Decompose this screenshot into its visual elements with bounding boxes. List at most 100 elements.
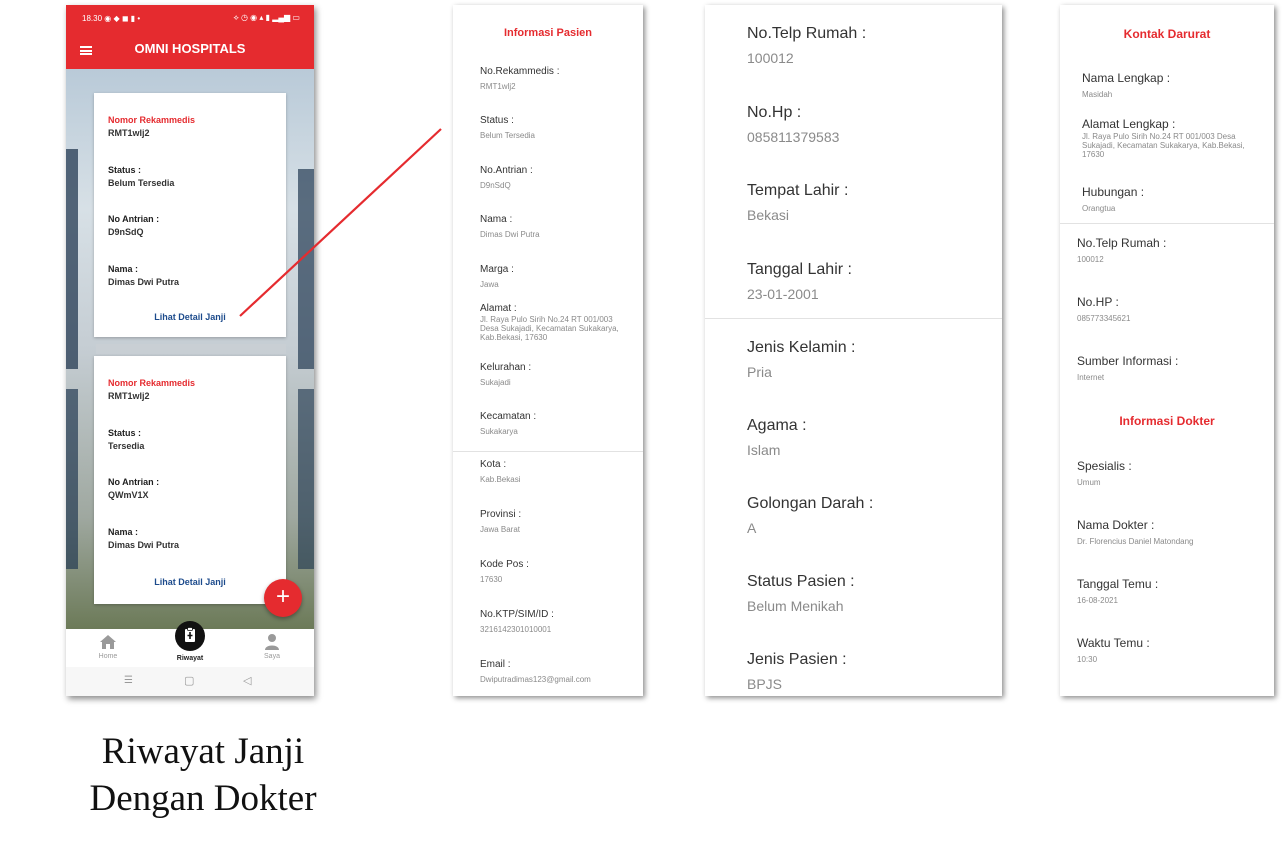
nav-item-home[interactable]: Home bbox=[78, 629, 138, 667]
field-blood-type: Golongan Darah : A bbox=[747, 495, 873, 536]
nav-label-saya: Saya bbox=[264, 653, 280, 660]
field-label: Waktu Temu : bbox=[1077, 636, 1150, 650]
field-relationship: Hubungan : Orangtua bbox=[1082, 185, 1262, 213]
field-value: Umum bbox=[1077, 478, 1101, 487]
field-value: Kab.Bekasi bbox=[480, 475, 521, 484]
field-label: Nama Dokter : bbox=[1077, 518, 1155, 532]
field-value: Dwiputradimas123@gmail.com bbox=[480, 675, 591, 684]
field-queue-number: No.Antrian : D9nSdQ bbox=[480, 165, 630, 190]
field-ethnicity: Marga : Jawa bbox=[480, 264, 630, 289]
view-appointment-detail-link[interactable]: Lihat Detail Janji bbox=[94, 577, 286, 587]
app-bar: OMNI HOSPITALS bbox=[66, 31, 314, 69]
field-label: Agama : bbox=[747, 417, 807, 434]
field-religion: Agama : Islam bbox=[747, 417, 807, 458]
app-title: OMNI HOSPITALS bbox=[134, 41, 246, 56]
field-emergency-home-phone: No.Telp Rumah : 100012 bbox=[1077, 236, 1257, 264]
field-value: 10:30 bbox=[1077, 655, 1098, 664]
clipboard-icon bbox=[175, 621, 205, 651]
emergency-doctor-panel: Kontak Darurat Nama Lengkap : Masidah Al… bbox=[1060, 5, 1274, 696]
field-value: 100012 bbox=[747, 50, 794, 66]
field-value: Jawa Barat bbox=[480, 525, 521, 534]
field-status: Status : Belum Tersedia bbox=[480, 115, 630, 140]
field-label: Nama Lengkap : bbox=[1082, 71, 1171, 85]
patient-info-panel: Informasi Pasien No.Rekammedis : RMT1wlj… bbox=[453, 5, 643, 696]
field-label: Sumber Informasi : bbox=[1077, 354, 1179, 368]
status-label: Status : bbox=[108, 165, 142, 175]
field-label: Hubungan : bbox=[1082, 185, 1145, 199]
field-province: Provinsi : Jawa Barat bbox=[480, 509, 630, 534]
add-appointment-button[interactable]: + bbox=[264, 579, 302, 617]
record-number-value: RMT1wlj2 bbox=[108, 128, 150, 138]
home-button-icon[interactable]: ▢ bbox=[184, 674, 194, 687]
field-postal-code: Kode Pos : 17630 bbox=[480, 559, 630, 584]
person-icon bbox=[265, 634, 279, 650]
field-emergency-address: Alamat Lengkap : Jl. Raya Pulo Sirih No.… bbox=[1082, 117, 1252, 159]
field-value: Orangtua bbox=[1082, 204, 1116, 213]
field-value: Belum Menikah bbox=[747, 598, 844, 614]
field-birthdate: Tanggal Lahir : 23-01-2001 bbox=[747, 261, 852, 302]
field-value: Sukakarya bbox=[480, 427, 518, 436]
name-label: Nama : bbox=[108, 264, 139, 274]
caption-line-1: Riwayat Janji bbox=[101, 731, 305, 772]
back-icon[interactable]: ◁ bbox=[243, 674, 251, 687]
field-marital-status: Status Pasien : Belum Menikah bbox=[747, 573, 855, 614]
field-home-phone: No.Telp Rumah : 100012 bbox=[747, 25, 866, 66]
field-label: Kota : bbox=[480, 459, 507, 470]
nav-item-riwayat[interactable]: Riwayat bbox=[160, 621, 220, 667]
figure-caption: Riwayat Janji Dengan Dokter bbox=[58, 728, 348, 822]
field-record-number: No.Rekammedis : RMT1wlj2 bbox=[480, 66, 630, 91]
field-label: Tanggal Temu : bbox=[1077, 577, 1159, 591]
status-label: Status : bbox=[108, 428, 142, 438]
queue-label: No Antrian : bbox=[108, 477, 160, 487]
field-value: 23-01-2001 bbox=[747, 286, 819, 302]
field-email: Email : Dwiputradimas123@gmail.com bbox=[480, 659, 640, 684]
field-appointment-date: Tanggal Temu : 16-08-2021 bbox=[1077, 577, 1267, 605]
queue-value: D9nSdQ bbox=[108, 227, 144, 237]
field-address: Alamat : Jl. Raya Pulo Sirih No.24 RT 00… bbox=[480, 303, 625, 342]
emergency-contact-title: Kontak Darurat bbox=[1123, 27, 1211, 41]
field-label: No.Rekammedis : bbox=[480, 66, 560, 77]
field-value: Pria bbox=[747, 364, 772, 380]
field-value: 3216142301010001 bbox=[480, 625, 552, 634]
field-label: Kecamatan : bbox=[480, 411, 537, 422]
record-number-label: Nomor Rekammedis bbox=[108, 378, 196, 388]
field-patient-type: Jenis Pasien : BPJS bbox=[747, 651, 847, 692]
name-value: Dimas Dwi Putra bbox=[108, 277, 180, 287]
status-time: 18.30 ◉ ◆ ◼ ▮ • bbox=[82, 13, 141, 23]
field-value: Belum Tersedia bbox=[480, 131, 535, 140]
field-value: 17630 bbox=[480, 575, 503, 584]
field-value: A bbox=[747, 520, 757, 536]
field-label: Nama : bbox=[480, 214, 513, 225]
field-mobile-phone: No.Hp : 085811379583 bbox=[747, 104, 839, 145]
field-label: Status : bbox=[480, 115, 514, 126]
field-label: Tempat Lahir : bbox=[747, 182, 849, 199]
system-navigation-bar: ☰ ▢ ◁ bbox=[66, 667, 314, 696]
doctor-info-title: Informasi Dokter bbox=[1119, 414, 1215, 428]
field-label: Kelurahan : bbox=[480, 362, 532, 373]
screenshot-seam bbox=[705, 318, 1002, 319]
field-value: Jl. Raya Pulo Sirih No.24 RT 001/003 Des… bbox=[480, 315, 619, 342]
field-value: BPJS bbox=[747, 676, 783, 692]
recent-apps-icon[interactable]: ☰ bbox=[124, 675, 133, 686]
field-label: No.KTP/SIM/ID : bbox=[480, 609, 554, 620]
field-value: Dimas Dwi Putra bbox=[480, 230, 540, 239]
field-value: RMT1wlj2 bbox=[480, 82, 516, 91]
queue-value: QWmV1X bbox=[108, 490, 149, 500]
view-appointment-detail-link[interactable]: Lihat Detail Janji bbox=[94, 312, 286, 322]
patient-contact-panel: No.Telp Rumah : 100012 No.Hp : 085811379… bbox=[705, 5, 1002, 696]
name-value: Dimas Dwi Putra bbox=[108, 540, 180, 550]
screenshot-seam bbox=[1060, 223, 1274, 224]
field-name: Nama : Dimas Dwi Putra bbox=[480, 214, 630, 239]
field-label: Status Pasien : bbox=[747, 573, 855, 590]
status-bar: 18.30 ◉ ◆ ◼ ▮ • ⟡ ◷ ◉ ▴ ▮ ▂▄▆ ▭ bbox=[66, 5, 314, 31]
field-label: Alamat Lengkap : bbox=[1082, 117, 1176, 131]
field-value: Jl. Raya Pulo Sirih No.24 RT 001/003 Des… bbox=[1082, 132, 1245, 159]
field-value: Jawa bbox=[480, 280, 499, 289]
field-value: D9nSdQ bbox=[480, 181, 511, 190]
field-district: Kecamatan : Sukakarya bbox=[480, 411, 630, 436]
field-value: Masidah bbox=[1082, 90, 1113, 99]
bottom-navigation: Home Riwayat Saya bbox=[66, 621, 314, 667]
field-value: Islam bbox=[747, 442, 781, 458]
field-value: Sukajadi bbox=[480, 378, 511, 387]
nav-item-saya[interactable]: Saya bbox=[242, 629, 302, 667]
